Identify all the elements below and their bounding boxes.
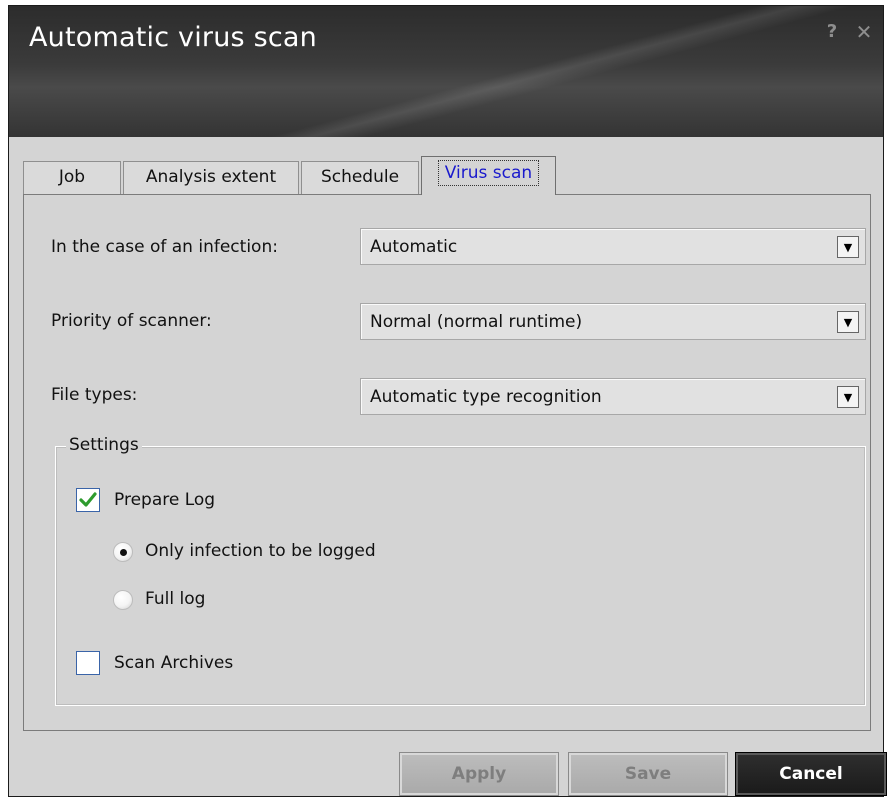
- tab-schedule[interactable]: Schedule: [301, 161, 419, 194]
- settings-legend: Settings: [66, 435, 142, 455]
- only-infection-radio[interactable]: [113, 542, 133, 562]
- dialog-title: Automatic virus scan: [29, 22, 317, 53]
- file-types-select[interactable]: Automatic type recognition ▼: [360, 378, 866, 415]
- priority-select-value: Normal (normal runtime): [370, 312, 583, 332]
- chevron-down-icon[interactable]: ▼: [837, 236, 859, 258]
- title-bar: Automatic virus scan ? ✕: [9, 6, 883, 137]
- tab-job[interactable]: Job: [23, 161, 121, 194]
- tab-virus-scan[interactable]: Virus scan: [421, 156, 556, 195]
- chevron-down-icon[interactable]: ▼: [837, 386, 859, 408]
- prepare-log-label: Prepare Log: [114, 490, 216, 510]
- virus-scan-panel: In the case of an infection: Automatic ▼…: [23, 194, 871, 731]
- tab-analysis-extent[interactable]: Analysis extent: [123, 161, 299, 194]
- priority-label: Priority of scanner:: [51, 311, 212, 331]
- file-types-label: File types:: [51, 385, 138, 405]
- cancel-button[interactable]: Cancel: [735, 752, 887, 796]
- chevron-down-icon[interactable]: ▼: [837, 311, 859, 333]
- only-infection-label: Only infection to be logged: [145, 541, 376, 561]
- settings-group: Settings Prepare Log Only infection to b…: [55, 435, 866, 706]
- prepare-log-checkbox[interactable]: [76, 488, 100, 512]
- apply-button[interactable]: Apply: [399, 752, 559, 796]
- tab-virus-scan-label: Virus scan: [437, 160, 540, 186]
- infection-label: In the case of an infection:: [51, 237, 278, 257]
- infection-select[interactable]: Automatic ▼: [360, 228, 866, 265]
- dialog-window: Automatic virus scan ? ✕ Job Analysis ex…: [8, 5, 887, 797]
- save-button[interactable]: Save: [568, 752, 728, 796]
- close-icon[interactable]: ✕: [851, 20, 877, 44]
- priority-select[interactable]: Normal (normal runtime) ▼: [360, 303, 866, 340]
- full-log-label: Full log: [145, 589, 206, 609]
- infection-select-value: Automatic: [370, 237, 458, 257]
- tab-strip: Job Analysis extent Schedule Virus scan: [23, 156, 863, 195]
- help-icon[interactable]: ?: [819, 20, 845, 44]
- file-types-select-value: Automatic type recognition: [370, 387, 602, 407]
- scan-archives-checkbox[interactable]: [76, 651, 100, 675]
- checkmark-icon: [79, 492, 97, 507]
- scan-archives-label: Scan Archives: [114, 653, 234, 673]
- radio-selected-dot: [120, 549, 127, 556]
- full-log-radio[interactable]: [113, 590, 133, 610]
